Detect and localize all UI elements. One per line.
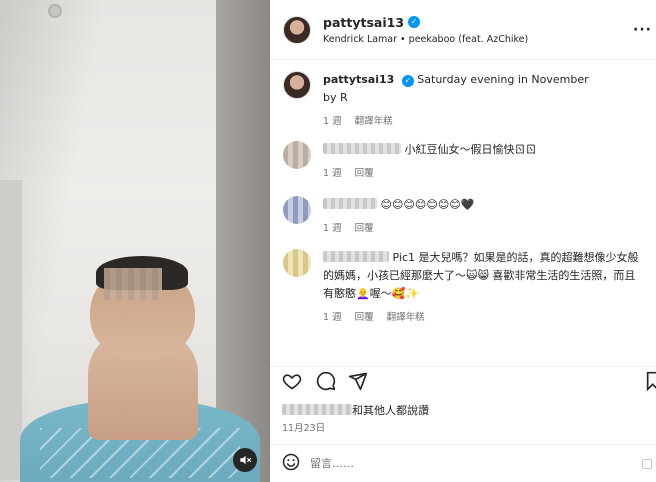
caption-text: pattytsai13 ✓ Saturday evening in Novemb… bbox=[323, 71, 643, 89]
reply-button[interactable]: 回覆 bbox=[355, 312, 374, 323]
comment-body: Pic1 是大兒嗎？如果是的話，真的超難想像少女般的媽媽，小孩已經那麼大了～🙀😸… bbox=[323, 249, 643, 323]
caption-content: Saturday evening in November bbox=[417, 73, 589, 86]
translate-button[interactable]: 翻譯年糕 bbox=[355, 116, 393, 127]
heart-icon[interactable] bbox=[282, 371, 302, 395]
commenter-avatar[interactable] bbox=[283, 196, 311, 224]
send-glyph bbox=[348, 372, 368, 391]
likes-summary[interactable]: 和其他人都說讚 bbox=[282, 402, 429, 418]
comment-text: 😊😊😊😊😊😊😊🖤 bbox=[323, 196, 643, 214]
author-username[interactable]: pattytsai13 ✓ bbox=[323, 15, 528, 30]
post-comment-button[interactable] bbox=[642, 459, 652, 469]
emoji-glyph bbox=[282, 453, 300, 470]
caption-byline: by R bbox=[323, 91, 348, 104]
post-side-panel: pattytsai13 ✓ Kendrick Lamar • peekaboo … bbox=[270, 0, 656, 482]
heart-glyph bbox=[282, 374, 302, 390]
comment-icon[interactable] bbox=[316, 371, 336, 395]
verified-badge-icon: ✓ bbox=[401, 75, 414, 87]
comment-body: 小紅豆仙女～假日愉快ㄖㄖ 1 週 回覆 bbox=[323, 141, 643, 179]
muted-speaker-icon[interactable] bbox=[233, 448, 257, 472]
comment-text: 小紅豆仙女～假日愉快ㄖㄖ bbox=[323, 141, 643, 159]
media-face-blur bbox=[104, 268, 162, 300]
bookmark-icon[interactable] bbox=[646, 371, 656, 395]
author-username-label[interactable]: pattytsai13 bbox=[323, 15, 404, 30]
reply-button[interactable]: 回覆 bbox=[355, 168, 374, 179]
reply-button[interactable]: 回覆 bbox=[355, 223, 374, 234]
verified-badge-icon: ✓ bbox=[408, 16, 421, 28]
post-media[interactable] bbox=[0, 0, 270, 482]
media-door-edge bbox=[0, 180, 22, 480]
post-actions bbox=[270, 366, 656, 394]
bookmark-glyph bbox=[646, 371, 656, 392]
caption-meta: 1 週 翻譯年糕 bbox=[323, 113, 643, 127]
translate-button[interactable]: 翻譯年糕 bbox=[387, 312, 425, 323]
commenter-avatar[interactable] bbox=[283, 141, 311, 169]
caption-time[interactable]: 1 週 bbox=[323, 116, 342, 127]
comments-list[interactable]: pattytsai13 ✓ Saturday evening in Novemb… bbox=[270, 61, 656, 366]
speaker-glyph bbox=[240, 455, 252, 465]
header-text: pattytsai13 ✓ Kendrick Lamar • peekaboo … bbox=[323, 15, 528, 45]
caption-body: pattytsai13 ✓ Saturday evening in Novemb… bbox=[323, 71, 643, 127]
comment-content: 😊😊😊😊😊😊😊🖤 bbox=[380, 198, 475, 211]
comment-glyph bbox=[316, 371, 336, 391]
liker-name-blurred[interactable] bbox=[282, 404, 352, 415]
comment-item: 😊😊😊😊😊😊😊🖤 1 週 回覆 bbox=[283, 196, 643, 234]
caption-author[interactable]: pattytsai13 bbox=[323, 73, 394, 86]
comment-time[interactable]: 1 週 bbox=[323, 312, 342, 323]
ceiling-sensor bbox=[48, 4, 62, 18]
send-icon[interactable] bbox=[348, 371, 368, 395]
commenter-name-blurred[interactable] bbox=[323, 251, 389, 262]
add-comment-bar bbox=[270, 444, 656, 482]
comment-item: 小紅豆仙女～假日愉快ㄖㄖ 1 週 回覆 bbox=[283, 141, 643, 179]
comment-time[interactable]: 1 週 bbox=[323, 223, 342, 234]
audio-attribution[interactable]: Kendrick Lamar • peekaboo (feat. AzChike… bbox=[323, 34, 528, 45]
commenter-name-blurred[interactable] bbox=[323, 143, 401, 154]
caption-item: pattytsai13 ✓ Saturday evening in Novemb… bbox=[283, 71, 643, 127]
caption-avatar[interactable] bbox=[283, 71, 311, 99]
post-header: pattytsai13 ✓ Kendrick Lamar • peekaboo … bbox=[270, 0, 656, 60]
comment-text: Pic1 是大兒嗎？如果是的話，真的超難想像少女般的媽媽，小孩已經那麼大了～🙀😸… bbox=[323, 249, 643, 303]
comment-body: 😊😊😊😊😊😊😊🖤 1 週 回覆 bbox=[323, 196, 643, 234]
comment-item: Pic1 是大兒嗎？如果是的話，真的超難想像少女般的媽媽，小孩已經那麼大了～🙀😸… bbox=[283, 249, 643, 323]
comment-meta: 1 週 回覆 bbox=[323, 220, 643, 234]
comment-time[interactable]: 1 週 bbox=[323, 168, 342, 179]
emoji-icon[interactable] bbox=[282, 453, 300, 475]
commenter-avatar[interactable] bbox=[283, 249, 311, 277]
comment-meta: 1 週 回覆 翻譯年糕 bbox=[323, 309, 643, 323]
commenter-name-blurred[interactable] bbox=[323, 198, 377, 209]
comment-content: 小紅豆仙女～假日愉快ㄖㄖ bbox=[404, 143, 537, 156]
comment-meta: 1 週 回覆 bbox=[323, 165, 643, 179]
more-icon[interactable]: ··· bbox=[633, 22, 652, 38]
author-avatar[interactable] bbox=[283, 15, 311, 44]
likes-text[interactable]: 和其他人都說讚 bbox=[352, 404, 429, 417]
comment-input[interactable] bbox=[310, 457, 630, 470]
post-date[interactable]: 11月23日 bbox=[282, 420, 325, 434]
